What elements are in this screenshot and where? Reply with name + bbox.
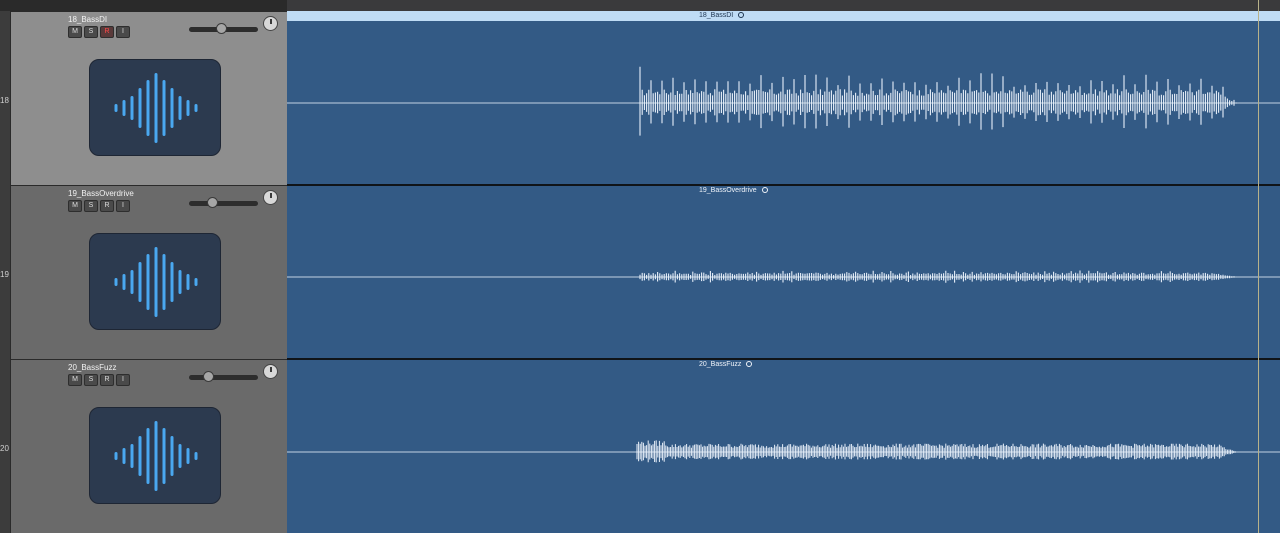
waveform-bar [162,254,166,310]
waveform-bar [146,254,150,310]
waveform-bar [186,274,190,290]
waveform-bar [138,262,142,302]
waveform-bar [170,436,174,476]
playhead[interactable] [1258,0,1259,533]
mute-button[interactable]: M [68,26,82,38]
audio-waveform [287,270,1280,283]
track-lane-bassoverdrive[interactable]: 19_BassOverdrive [287,186,1280,358]
waveform-bar [154,421,158,491]
solo-button[interactable]: S [84,26,98,38]
input-monitor-button[interactable]: I [116,374,130,386]
waveform-bar [122,100,126,116]
track-number: 19 [0,270,9,279]
waveform-bar [138,436,142,476]
waveform-bar [138,88,142,128]
audio-waveform-icon [89,233,221,330]
waveform-bar [170,262,174,302]
volume-slider-knob[interactable] [215,23,227,34]
waveform-bar [154,73,158,143]
track-buttons: M S R I [68,26,130,38]
waveform-bar [114,104,118,112]
waveform-bar [114,452,118,460]
record-enable-button[interactable]: R [100,26,114,38]
volume-slider[interactable] [189,23,258,34]
input-monitor-button[interactable]: I [116,200,130,212]
waveform-bar [178,444,182,468]
audio-waveform-icon [89,59,221,156]
track-header-body[interactable]: 19_BassOverdrive M S R I [11,185,287,359]
pan-knob-icon[interactable] [263,190,278,205]
waveform-bar [122,274,126,290]
track-buttons: M S R I [68,200,130,212]
track-header-body[interactable]: 18_BassDI M S R I [11,11,287,185]
waveform-bar [178,96,182,120]
solo-button[interactable]: S [84,374,98,386]
volume-slider[interactable] [189,197,258,208]
mute-button[interactable]: M [68,200,82,212]
record-enable-button[interactable]: R [100,200,114,212]
waveform-path [636,440,1236,463]
waveform-bar [194,278,198,286]
waveform-bar [162,428,166,484]
solo-button[interactable]: S [84,200,98,212]
track-name[interactable]: 19_BassOverdrive [68,189,134,198]
track-number: 18 [0,96,9,105]
input-monitor-button[interactable]: I [116,26,130,38]
track-buttons: M S R I [68,374,130,386]
waveform-bar [130,444,134,468]
audio-waveform [287,66,1280,136]
waveform-bar [186,448,190,464]
audio-waveform [287,440,1280,463]
waveform-path [639,66,1237,136]
waveform-bar [194,104,198,112]
waveform-bar [122,448,126,464]
waveform-bar [170,88,174,128]
track-lane-bassfuzz[interactable]: 20_BassFuzz [287,360,1280,533]
volume-slider[interactable] [189,371,258,382]
waveform-bar [130,270,134,294]
track-header-bassfuzz[interactable]: 20 20_BassFuzz M S R I [0,359,287,533]
track-number: 20 [0,444,9,453]
track-lane-bassdi[interactable]: 18_BassDI [287,11,1280,184]
waveform-bar [162,80,166,136]
waveform-bar [146,80,150,136]
volume-slider-knob[interactable] [202,371,214,382]
waveform-bar [146,428,150,484]
waveform-bar [194,452,198,460]
waveform-bar [178,270,182,294]
track-header-body[interactable]: 20_BassFuzz M S R I [11,359,287,533]
record-enable-button[interactable]: R [100,374,114,386]
timeline-ruler[interactable] [287,0,1280,11]
track-header-bassdi[interactable]: 18 18_BassDI M S R I [0,11,287,185]
audio-waveform-icon [89,407,221,504]
track-header-bassoverdrive[interactable]: 19 19_BassOverdrive M S R I [0,185,287,359]
volume-slider-knob[interactable] [206,197,218,208]
pan-knob-icon[interactable] [263,364,278,379]
pan-knob-icon[interactable] [263,16,278,31]
waveform-bar [186,100,190,116]
mute-button[interactable]: M [68,374,82,386]
track-name[interactable]: 20_BassFuzz [68,363,116,372]
waveform-bar [154,247,158,317]
track-name[interactable]: 18_BassDI [68,15,107,24]
waveform-bar [130,96,134,120]
waveform-bar [114,278,118,286]
